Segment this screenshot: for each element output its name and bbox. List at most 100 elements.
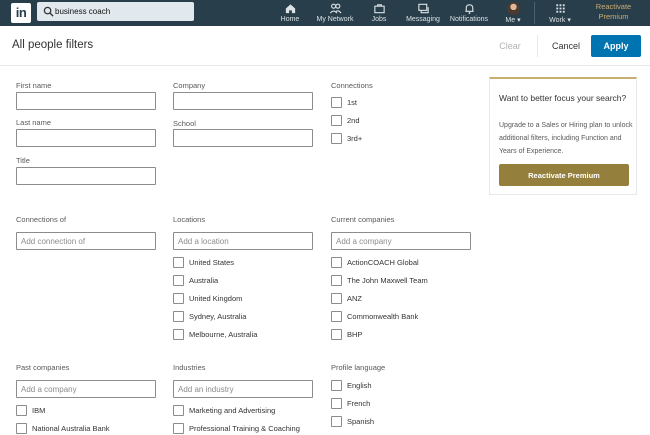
checkbox-box[interactable] (331, 398, 342, 409)
checkbox-box[interactable] (331, 380, 342, 391)
checkbox-location-0[interactable]: United States (173, 257, 234, 268)
checkbox-current-company-4[interactable]: BHP (331, 329, 362, 340)
caret-down-icon: ▾ (567, 17, 571, 24)
checkbox-box[interactable] (331, 97, 342, 108)
past-companies-input[interactable] (16, 380, 156, 398)
checkbox-box[interactable] (16, 423, 27, 434)
nav-work-label: Work (549, 17, 566, 24)
checkbox-current-company-2[interactable]: ANZ (331, 293, 362, 304)
checkbox-past-company-1[interactable]: National Australia Bank (16, 423, 110, 434)
nav-divider (534, 2, 535, 24)
past-companies-label: Past companies (16, 363, 70, 372)
search-input[interactable] (55, 3, 190, 20)
industries-input[interactable] (173, 380, 313, 398)
checkbox-box[interactable] (331, 293, 342, 304)
briefcase-icon (373, 4, 385, 14)
school-input[interactable] (173, 129, 313, 147)
linkedin-logo-icon[interactable]: in (11, 3, 31, 23)
checkbox-location-3[interactable]: Sydney, Australia (173, 311, 246, 322)
checkbox-label: Spanish (347, 417, 375, 426)
checkbox-label: ActionCOACH Global (347, 258, 419, 267)
checkbox-box[interactable] (331, 257, 342, 268)
reactivate-premium-button[interactable]: Reactivate Premium (499, 164, 629, 186)
nav-jobs[interactable]: Jobs (367, 0, 391, 26)
checkbox-box[interactable] (173, 275, 184, 286)
premium-line-1: Reactivate (595, 2, 632, 11)
checkbox-box[interactable] (173, 329, 184, 340)
home-icon (285, 4, 295, 14)
people-icon (329, 3, 342, 14)
checkbox-language-0[interactable]: English (331, 380, 372, 391)
nav-jobs-label: Jobs (371, 16, 387, 23)
checkbox-label: 2nd (347, 116, 360, 125)
checkbox-current-company-3[interactable]: Commonwealth Bank (331, 311, 418, 322)
checkbox-2nd[interactable]: 2nd (331, 115, 360, 126)
checkbox-box[interactable] (331, 416, 342, 427)
checkbox-box[interactable] (173, 311, 184, 322)
school-label: School (173, 119, 196, 128)
checkbox-label: ANZ (347, 294, 362, 303)
checkbox-location-2[interactable]: United Kingdom (173, 293, 242, 304)
checkbox-label: Commonwealth Bank (347, 312, 419, 321)
checkbox-label: United States (189, 258, 235, 267)
caret-down-icon: ▾ (517, 17, 521, 24)
checkbox-box[interactable] (331, 133, 342, 144)
checkbox-box[interactable] (173, 423, 184, 434)
nav-me[interactable]: Me ▾ (500, 0, 526, 26)
nav-messaging[interactable]: Messaging (404, 0, 442, 26)
checkbox-box[interactable] (331, 329, 342, 340)
avatar (506, 2, 520, 15)
checkbox-language-1[interactable]: French (331, 398, 370, 409)
nav-home-label: Home (280, 16, 300, 23)
premium-line-2: Premium (598, 12, 629, 21)
checkbox-current-company-0[interactable]: ActionCOACH Global (331, 257, 419, 268)
connections-label: Connections (331, 81, 373, 90)
cancel-button[interactable]: Cancel (545, 36, 587, 56)
checkbox-box[interactable] (331, 311, 342, 322)
bell-icon (464, 4, 474, 14)
checkbox-box[interactable] (331, 115, 342, 126)
apply-button[interactable]: Apply (591, 35, 641, 57)
search-bar[interactable] (37, 2, 194, 21)
header-divider (537, 35, 538, 57)
checkbox-industry-1[interactable]: Professional Training & Coaching (173, 423, 300, 434)
grid-icon (555, 4, 565, 13)
checkbox-past-company-0[interactable]: IBM (16, 405, 45, 416)
first-name-label: First name (16, 81, 52, 90)
last-name-input[interactable] (16, 129, 156, 147)
checkbox-3rd-plus[interactable]: 3rd+ (331, 133, 362, 144)
checkbox-current-company-1[interactable]: The John Maxwell Team (331, 275, 428, 286)
locations-label: Locations (173, 215, 206, 224)
checkbox-box[interactable] (16, 405, 27, 416)
checkbox-location-1[interactable]: Australia (173, 275, 218, 286)
nav-messaging-label: Messaging (406, 16, 440, 23)
connections-of-input[interactable] (16, 232, 156, 250)
profile-language-label: Profile language (331, 363, 386, 372)
company-input[interactable] (173, 92, 313, 110)
nav-work[interactable]: Work ▾ (545, 0, 575, 26)
reactivate-premium-link[interactable]: Reactivate Premium (586, 2, 641, 22)
checkbox-label: IBM (32, 406, 46, 415)
checkbox-label: Sydney, Australia (189, 312, 247, 321)
checkbox-location-4[interactable]: Melbourne, Australia (173, 329, 257, 340)
checkbox-box[interactable] (173, 405, 184, 416)
checkbox-language-2[interactable]: Spanish (331, 416, 374, 427)
checkbox-industry-0[interactable]: Marketing and Advertising (173, 405, 275, 416)
top-nav: in Home My Network Jobs Messaging Notifi… (0, 0, 650, 26)
checkbox-box[interactable] (173, 257, 184, 268)
last-name-label: Last name (16, 118, 52, 127)
title-input[interactable] (16, 167, 156, 185)
locations-input[interactable] (173, 232, 313, 250)
checkbox-box[interactable] (173, 293, 184, 304)
filters-header: All people filters Clear Cancel Apply (0, 26, 650, 66)
checkbox-1st[interactable]: 1st (331, 97, 357, 108)
current-companies-label: Current companies (331, 215, 395, 224)
checkbox-box[interactable] (331, 275, 342, 286)
current-companies-input[interactable] (331, 232, 471, 250)
clear-button[interactable]: Clear (492, 36, 528, 56)
first-name-input[interactable] (16, 92, 156, 110)
nav-notifications[interactable]: Notifications (448, 0, 490, 26)
nav-home[interactable]: Home (277, 0, 303, 26)
checkbox-label: Professional Training & Coaching (189, 424, 300, 433)
nav-my-network[interactable]: My Network (314, 0, 356, 26)
